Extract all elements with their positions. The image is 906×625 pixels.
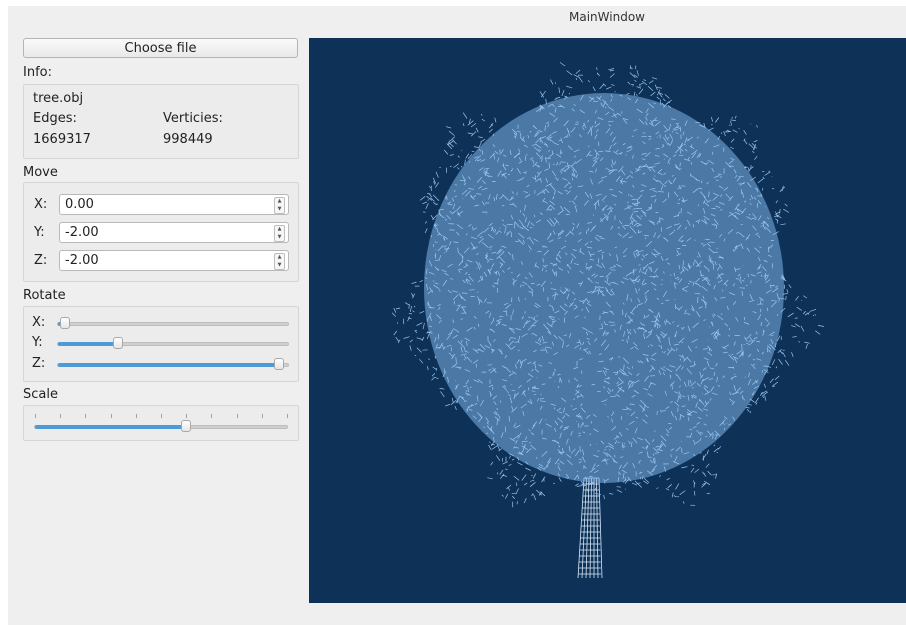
rotate-z-slider[interactable]	[57, 358, 289, 370]
info-filename: tree.obj	[33, 91, 84, 106]
move-y-stepper-icon[interactable]: ▲ ▼	[274, 225, 285, 242]
rotate-y-slider-fill	[58, 342, 118, 346]
info-vertices-label: Verticies:	[163, 111, 223, 126]
info-section-label: Info:	[23, 65, 52, 80]
scale-slider-handle[interactable]	[181, 420, 192, 432]
rotate-x-slider[interactable]	[57, 317, 289, 329]
scale-section-label: Scale	[23, 387, 58, 402]
tree-canopy	[391, 62, 824, 508]
scale-tick	[60, 414, 62, 418]
scale-tick	[211, 414, 213, 418]
move-y-spinbox[interactable]: -2.00 ▲ ▼	[59, 222, 289, 243]
scale-slider[interactable]	[34, 420, 288, 432]
scale-group	[23, 405, 299, 441]
tree-trunk	[577, 477, 603, 579]
scale-slider-fill	[35, 425, 187, 429]
tree-wireframe-model	[391, 62, 824, 579]
scale-tick	[186, 414, 188, 418]
move-x-label: X:	[34, 197, 48, 212]
scale-tick	[85, 414, 87, 418]
info-edges-value: 1669317	[33, 132, 91, 147]
info-edges-label: Edges:	[33, 111, 77, 126]
move-x-spinbox[interactable]: 0.00 ▲ ▼	[59, 194, 289, 215]
rotate-x-slider-handle[interactable]	[59, 317, 70, 329]
scale-tick	[35, 414, 36, 418]
move-x-value: 0.00	[65, 197, 94, 212]
move-z-label: Z:	[34, 253, 48, 268]
rotate-group: X: Y: Z:	[23, 306, 299, 382]
move-z-stepper-icon[interactable]: ▲ ▼	[274, 253, 285, 270]
rotate-y-slider[interactable]	[57, 337, 289, 349]
rotate-y-label: Y:	[32, 335, 43, 350]
scale-tick	[287, 414, 288, 418]
move-z-value: -2.00	[65, 253, 99, 268]
move-y-value: -2.00	[65, 225, 99, 240]
rotate-section-label: Rotate	[23, 288, 66, 303]
rotate-z-slider-handle[interactable]	[273, 358, 284, 370]
gl-viewport[interactable]	[309, 38, 906, 603]
info-group: tree.obj Edges: Verticies: 1669317 99844…	[23, 84, 299, 159]
scale-tick	[161, 414, 162, 418]
info-vertices-value: 998449	[163, 132, 213, 147]
rotate-x-label: X:	[32, 315, 46, 330]
main-window: MainWindow Choose file Info: tree.obj Ed…	[8, 6, 906, 625]
scale-tick	[110, 414, 112, 418]
rotate-z-label: Z:	[32, 356, 46, 371]
rotate-z-slider-fill	[58, 363, 279, 367]
move-x-stepper-icon[interactable]: ▲ ▼	[274, 197, 285, 214]
window-title: MainWindow	[569, 10, 645, 24]
choose-file-button[interactable]: Choose file	[23, 38, 298, 58]
scale-tick	[261, 414, 263, 418]
rotate-y-slider-handle[interactable]	[112, 337, 123, 349]
move-y-label: Y:	[34, 225, 45, 240]
scale-tick	[135, 414, 137, 418]
move-section-label: Move	[23, 165, 58, 180]
move-z-spinbox[interactable]: -2.00 ▲ ▼	[59, 250, 289, 271]
scale-tick	[236, 414, 238, 418]
move-group: X: 0.00 ▲ ▼ Y: -2.00 ▲ ▼ Z: -2.00 ▲ ▼	[23, 182, 299, 282]
